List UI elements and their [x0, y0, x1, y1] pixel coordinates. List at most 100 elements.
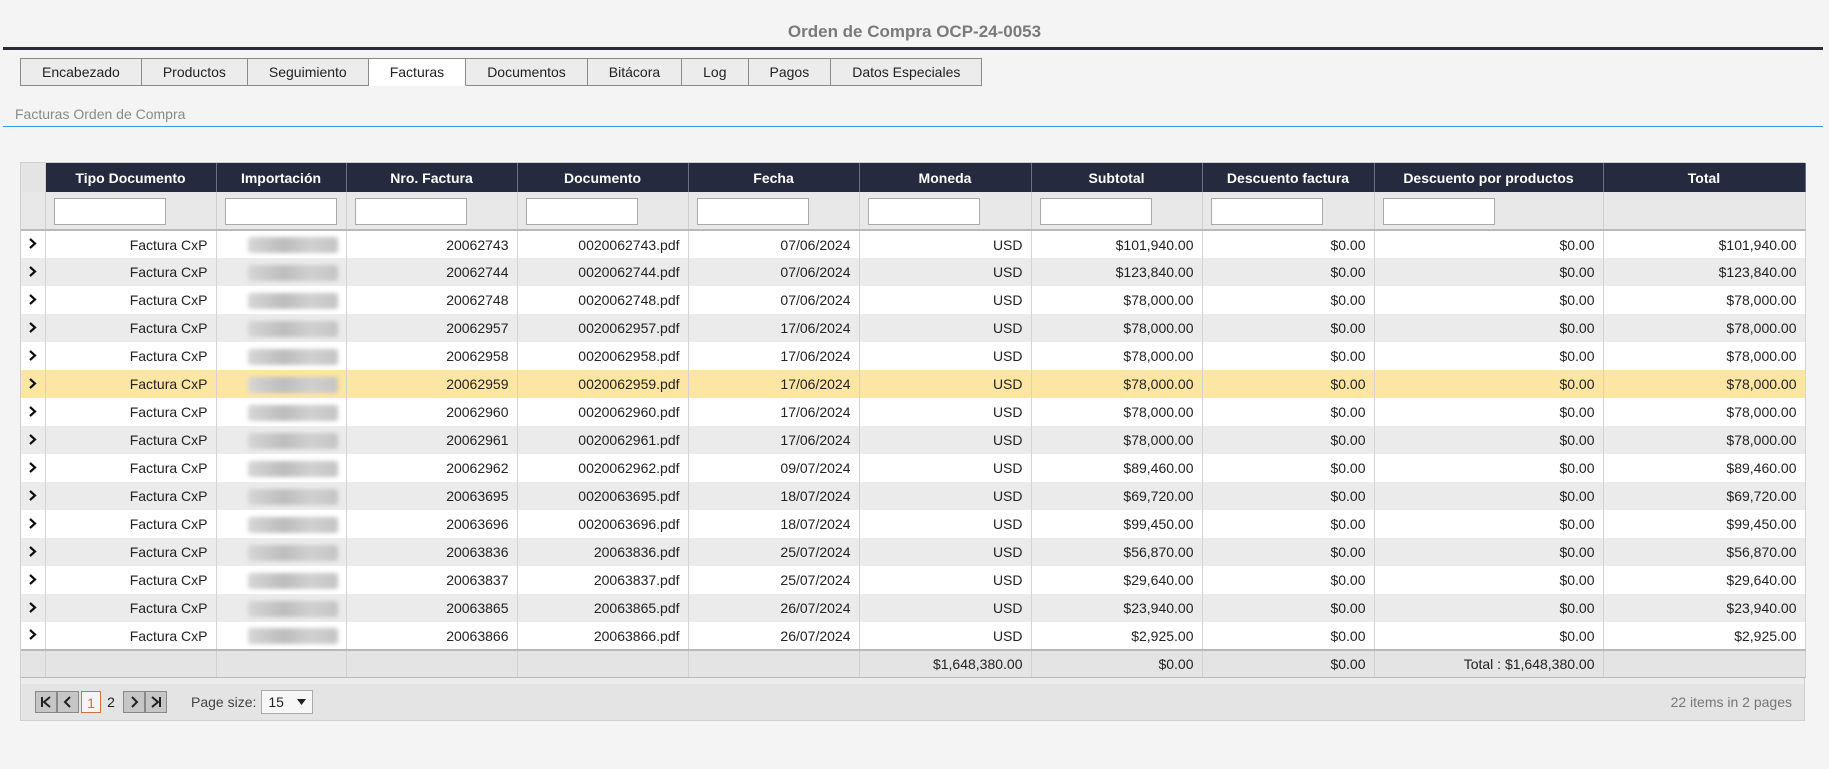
table-row[interactable]: Factura CxP 20063865 20063865.pdf 26/07/202…: [21, 594, 1806, 622]
next-page-icon[interactable]: [123, 691, 145, 713]
column-header-subtotal[interactable]: Subtotal: [1031, 163, 1203, 192]
chevron-right-icon[interactable]: [28, 601, 37, 613]
tipo-documento-cell: Factura CxP: [45, 538, 217, 566]
tab-datos-especiales[interactable]: Datos Especiales: [831, 58, 983, 86]
expand-row-cell[interactable]: [21, 426, 46, 454]
tab-pagos[interactable]: Pagos: [748, 58, 832, 86]
tab-facturas[interactable]: Facturas: [368, 58, 467, 86]
tab-documentos[interactable]: Documentos: [466, 58, 588, 86]
chevron-right-icon[interactable]: [28, 349, 37, 361]
table-row[interactable]: Factura CxP 20063837 20063837.pdf 25/07/202…: [21, 566, 1806, 594]
table-row[interactable]: Factura CxP 20062959 0020062959.pdf 17/06/2…: [21, 370, 1806, 398]
descuento-factura-cell: $0.00: [1202, 510, 1375, 538]
table-row[interactable]: Factura CxP 20063866 20063866.pdf 26/07/202…: [21, 622, 1806, 650]
expand-row-cell[interactable]: [21, 398, 46, 426]
chevron-right-icon[interactable]: [28, 461, 37, 473]
expand-row-cell[interactable]: [21, 566, 46, 594]
table-row[interactable]: Factura CxP 20062960 0020062960.pdf 17/06/2…: [21, 398, 1806, 426]
expand-row-cell[interactable]: [21, 314, 46, 342]
nro-factura-cell: 20063865: [346, 594, 518, 622]
title-divider: [3, 47, 1823, 50]
total-cell: $56,870.00: [1603, 538, 1806, 566]
descuento-productos-cell: $0.00: [1374, 622, 1604, 650]
tab-seguimiento[interactable]: Seguimiento: [247, 58, 369, 86]
table-row[interactable]: Factura CxP 20063696 0020063696.pdf 18/07/2…: [21, 510, 1806, 538]
table-row[interactable]: Factura CxP 20062958 0020062958.pdf 17/06/2…: [21, 342, 1806, 370]
column-header-tipo-documento[interactable]: Tipo Documento: [45, 163, 217, 192]
filter-input-tipo-documento[interactable]: [53, 197, 166, 225]
expand-row-cell[interactable]: [21, 286, 46, 314]
page-size-label: Page size:: [191, 694, 257, 710]
page-number-current[interactable]: 1: [81, 691, 101, 713]
table-row[interactable]: Factura CxP 20062743 0020062743.pdf 07/06/2…: [21, 230, 1806, 258]
expand-row-cell[interactable]: [21, 454, 46, 482]
column-header-descuento-productos[interactable]: Descuento por productos: [1374, 163, 1604, 192]
expand-row-cell[interactable]: [21, 594, 46, 622]
chevron-right-icon[interactable]: [28, 433, 37, 445]
last-page-icon[interactable]: [145, 691, 167, 713]
tab-log[interactable]: Log: [682, 58, 749, 86]
total-cell: $123,840.00: [1603, 258, 1806, 286]
filter-input-importacion[interactable]: [224, 197, 337, 225]
chevron-right-icon[interactable]: [28, 573, 37, 585]
grid-body: Factura CxP 20062743 0020062743.pdf 07/06/2…: [21, 230, 1806, 650]
redacted-value: [247, 320, 338, 337]
column-header-fecha[interactable]: Fecha: [688, 163, 860, 192]
expand-row-cell[interactable]: [21, 538, 46, 566]
page-size-select[interactable]: 15: [261, 690, 314, 714]
tab-bitacora[interactable]: Bitácora: [587, 58, 683, 86]
expand-row-cell[interactable]: [21, 230, 46, 258]
chevron-right-icon[interactable]: [28, 517, 37, 529]
column-header-moneda[interactable]: Moneda: [859, 163, 1032, 192]
table-row[interactable]: Factura CxP 20063695 0020063695.pdf 18/07/2…: [21, 482, 1806, 510]
table-row[interactable]: Factura CxP 20062748 0020062748.pdf 07/06/2…: [21, 286, 1806, 314]
table-row[interactable]: Factura CxP 20062961 0020062961.pdf 17/06/2…: [21, 426, 1806, 454]
nro-factura-cell: 20063837: [346, 566, 518, 594]
chevron-right-icon[interactable]: [28, 377, 37, 389]
tipo-documento-cell: Factura CxP: [45, 342, 217, 370]
chevron-right-icon[interactable]: [28, 545, 37, 557]
total-cell: $89,460.00: [1603, 454, 1806, 482]
table-row[interactable]: Factura CxP 20062962 0020062962.pdf 09/07/2…: [21, 454, 1806, 482]
column-header-descuento-factura[interactable]: Descuento factura: [1202, 163, 1375, 192]
filter-input-descuento-factura[interactable]: [1210, 197, 1323, 225]
chevron-right-icon[interactable]: [28, 293, 37, 305]
prev-page-icon[interactable]: [57, 691, 79, 713]
descuento-factura-sum: $0.00: [1031, 649, 1203, 678]
chevron-right-icon[interactable]: [28, 629, 37, 640]
expand-row-cell[interactable]: [21, 258, 46, 286]
moneda-cell: USD: [859, 230, 1032, 258]
tab-productos[interactable]: Productos: [141, 58, 248, 86]
column-header-importacion[interactable]: Importación: [216, 163, 347, 192]
expand-row-cell[interactable]: [21, 370, 46, 398]
chevron-right-icon[interactable]: [28, 489, 37, 501]
expand-row-cell[interactable]: [21, 510, 46, 538]
expand-row-cell[interactable]: [21, 342, 46, 370]
filter-input-moneda[interactable]: [867, 197, 980, 225]
tab-encabezado[interactable]: Encabezado: [20, 58, 142, 86]
column-header-total[interactable]: Total: [1603, 163, 1806, 192]
table-row[interactable]: Factura CxP 20062957 0020062957.pdf 17/06/2…: [21, 314, 1806, 342]
column-header-nro-factura[interactable]: Nro. Factura: [346, 163, 518, 192]
filter-input-subtotal[interactable]: [1039, 197, 1152, 225]
total-cell: $78,000.00: [1603, 398, 1806, 426]
nro-factura-cell: 20063866: [346, 622, 518, 650]
filter-cell: [1031, 192, 1203, 231]
table-row[interactable]: Factura CxP 20063836 20063836.pdf 25/07/202…: [21, 538, 1806, 566]
expand-row-cell[interactable]: [21, 482, 46, 510]
column-header-documento[interactable]: Documento: [517, 163, 689, 192]
chevron-right-icon[interactable]: [28, 265, 37, 277]
filter-input-descuento-productos[interactable]: [1382, 197, 1495, 225]
filter-input-fecha[interactable]: [696, 197, 809, 225]
filter-input-documento[interactable]: [525, 197, 638, 225]
expand-row-cell[interactable]: [21, 622, 46, 650]
chevron-right-icon[interactable]: [28, 405, 37, 417]
filter-input-nro-factura[interactable]: [354, 197, 467, 225]
chevron-right-icon[interactable]: [28, 321, 37, 333]
first-page-icon[interactable]: [35, 691, 57, 713]
total-cell: $23,940.00: [1603, 594, 1806, 622]
descuento-productos-cell: $0.00: [1374, 426, 1604, 454]
chevron-right-icon[interactable]: [28, 238, 37, 249]
table-row[interactable]: Factura CxP 20062744 0020062744.pdf 07/06/2…: [21, 258, 1806, 286]
page-number[interactable]: 2: [101, 691, 121, 713]
